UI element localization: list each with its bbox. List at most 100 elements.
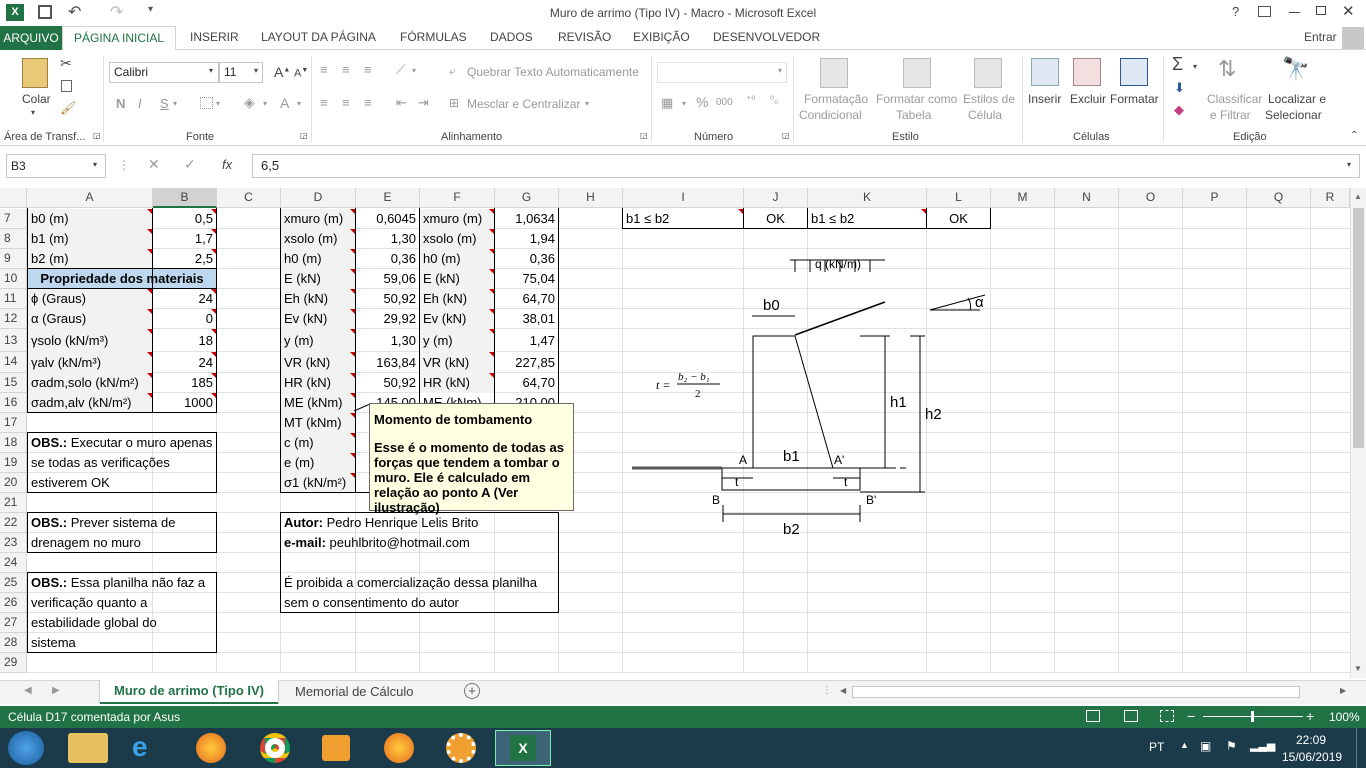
media-player-icon[interactable] <box>322 735 350 761</box>
cell-a14[interactable]: γalv (kN/m³) <box>28 353 104 373</box>
cell-e11[interactable]: 50,92 <box>356 289 419 309</box>
tab-exibicao[interactable]: EXIBIÇÃO <box>633 30 690 44</box>
column-header-b[interactable]: B <box>153 188 217 208</box>
column-header-r[interactable]: R <box>1311 188 1350 208</box>
font-color-dropdown-icon[interactable]: ▾ <box>297 99 301 108</box>
percent-button[interactable]: % <box>696 94 708 110</box>
conditional-format-label-1[interactable]: Formatação <box>804 92 868 106</box>
autosum-icon[interactable]: Σ <box>1172 54 1183 75</box>
hscroll-left-icon[interactable]: ◀ <box>840 686 846 695</box>
format-as-table-icon[interactable] <box>903 58 931 88</box>
row-header-10[interactable]: 10 <box>0 269 27 289</box>
normal-view-icon[interactable] <box>1086 710 1100 722</box>
add-sheet-icon[interactable]: + <box>464 683 480 699</box>
minimize-icon[interactable] <box>1289 12 1300 13</box>
cancel-icon[interactable]: ✕ <box>148 156 160 173</box>
cell-f10[interactable]: E (kN) <box>420 269 463 289</box>
cell-d11[interactable]: Eh (kN) <box>281 289 331 309</box>
cell-a16[interactable]: σadm,alv (kN/m²) <box>28 393 134 413</box>
cell-e14[interactable]: 163,84 <box>356 353 419 373</box>
cell-d10[interactable]: E (kN) <box>281 269 324 289</box>
enter-icon[interactable]: ✓ <box>184 156 196 173</box>
zoom-slider-thumb[interactable] <box>1251 711 1254 722</box>
italic-button[interactable]: I <box>138 96 142 111</box>
comment-box[interactable]: Momento de tombamento Esse é o momento d… <box>369 403 574 515</box>
zoom-level[interactable]: 100% <box>1329 710 1360 724</box>
row-header-16[interactable]: 16 <box>0 393 27 413</box>
cell-d13[interactable]: y (m) <box>281 331 317 351</box>
cell-g12[interactable]: 38,01 <box>495 309 558 329</box>
cell-d7[interactable]: xmuro (m) <box>281 209 346 229</box>
formula-input[interactable]: 6,5 <box>252 154 1360 178</box>
sheet-next-icon[interactable]: ▶ <box>52 685 60 696</box>
find-select-label-1[interactable]: Localizar e <box>1268 92 1326 106</box>
column-header-a[interactable]: A <box>27 188 153 208</box>
tab-inserir[interactable]: INSERIR <box>190 30 239 44</box>
decrease-decimal-icon[interactable]: ⁰₀ <box>770 95 778 106</box>
cut-icon[interactable]: ✂ <box>60 55 72 72</box>
autosum-dropdown-icon[interactable]: ▾ <box>1193 62 1197 71</box>
cell-l7[interactable]: OK <box>927 209 990 229</box>
cell-f12[interactable]: Ev (kN) <box>420 309 469 329</box>
underline-button[interactable]: S <box>160 96 169 111</box>
zoom-in-icon[interactable]: + <box>1306 708 1314 724</box>
cell-d8[interactable]: xsolo (m) <box>281 229 340 249</box>
internet-explorer-icon[interactable]: e <box>132 731 148 763</box>
cell-a10-materials-header[interactable]: Propriedade dos materiais <box>28 269 216 289</box>
close-icon[interactable]: ✕ <box>1342 2 1355 20</box>
merge-dropdown-icon[interactable]: ▾ <box>585 99 589 108</box>
flag-tray-icon[interactable]: ⚑ <box>1226 739 1237 753</box>
cell-d16[interactable]: ME (kNm) <box>281 393 346 413</box>
cell-f15[interactable]: HR (kN) <box>420 373 473 393</box>
borders-dropdown-icon[interactable]: ▾ <box>216 99 220 108</box>
format-as-table-label-1[interactable]: Formatar como <box>876 92 957 106</box>
scroll-thumb[interactable] <box>1353 208 1364 448</box>
signin-link[interactable]: Entrar <box>1304 30 1337 44</box>
orientation-dropdown-icon[interactable]: ▾ <box>412 66 416 75</box>
cell-b14[interactable]: 24 <box>153 353 216 373</box>
cell-a7[interactable]: b0 (m) <box>28 209 72 229</box>
column-header-h[interactable]: H <box>559 188 623 208</box>
scroll-down-icon[interactable]: ▼ <box>1354 664 1362 673</box>
settings-app-icon[interactable] <box>446 733 476 763</box>
cell-f8[interactable]: xsolo (m) <box>420 229 479 249</box>
name-box[interactable]: B3 <box>6 154 106 178</box>
signal-tray-icon[interactable]: ▂▃▅ <box>1250 739 1275 752</box>
cell-a12[interactable]: α (Graus) <box>28 309 89 329</box>
cell-b16[interactable]: 1000 <box>153 393 216 413</box>
cell-b12[interactable]: 0 <box>153 309 216 329</box>
sheet-prev-icon[interactable]: ◀ <box>24 685 32 696</box>
wrap-text-button[interactable]: Quebrar Texto Automaticamente <box>467 65 639 79</box>
cell-f7[interactable]: xmuro (m) <box>420 209 485 229</box>
row-header-20[interactable]: 20 <box>0 473 27 493</box>
decrease-indent-icon[interactable]: ⇤ <box>396 95 407 111</box>
column-header-l[interactable]: L <box>927 188 991 208</box>
row-header-9[interactable]: 9 <box>0 249 27 269</box>
format-painter-icon[interactable]: 🖌 <box>60 100 77 116</box>
paste-icon[interactable] <box>22 58 48 88</box>
cell-d12[interactable]: Ev (kN) <box>281 309 330 329</box>
cell-f9[interactable]: h0 (m) <box>420 249 464 269</box>
cell-a9[interactable]: b2 (m) <box>28 249 72 269</box>
row-header-23[interactable]: 23 <box>0 533 27 553</box>
cell-k7[interactable]: b1 ≤ b2 <box>808 209 857 229</box>
row-header-18[interactable]: 18 <box>0 433 27 453</box>
clipboard-launcher-icon[interactable]: ◲ <box>93 131 101 140</box>
cell-f13[interactable]: y (m) <box>420 331 456 351</box>
column-header-i[interactable]: I <box>623 188 744 208</box>
row-header-21[interactable]: 21 <box>0 493 27 513</box>
thousands-button[interactable]: 000 <box>716 97 733 108</box>
name-box-dropdown-icon[interactable]: ▾ <box>93 160 97 169</box>
borders-icon[interactable] <box>200 97 213 109</box>
fill-color-icon[interactable]: ◈ <box>244 94 255 111</box>
cell-e8[interactable]: 1,30 <box>356 229 419 249</box>
cell-b9[interactable]: 2,5 <box>153 249 216 269</box>
cell-g13[interactable]: 1,47 <box>495 331 558 351</box>
cell-g10[interactable]: 75,04 <box>495 269 558 289</box>
column-header-c[interactable]: C <box>217 188 281 208</box>
row-header-24[interactable]: 24 <box>0 553 27 573</box>
cell-d14[interactable]: VR (kN) <box>281 353 333 373</box>
cell-g14[interactable]: 227,85 <box>495 353 558 373</box>
scroll-up-icon[interactable]: ▲ <box>1354 192 1362 201</box>
cell-a8[interactable]: b1 (m) <box>28 229 72 249</box>
